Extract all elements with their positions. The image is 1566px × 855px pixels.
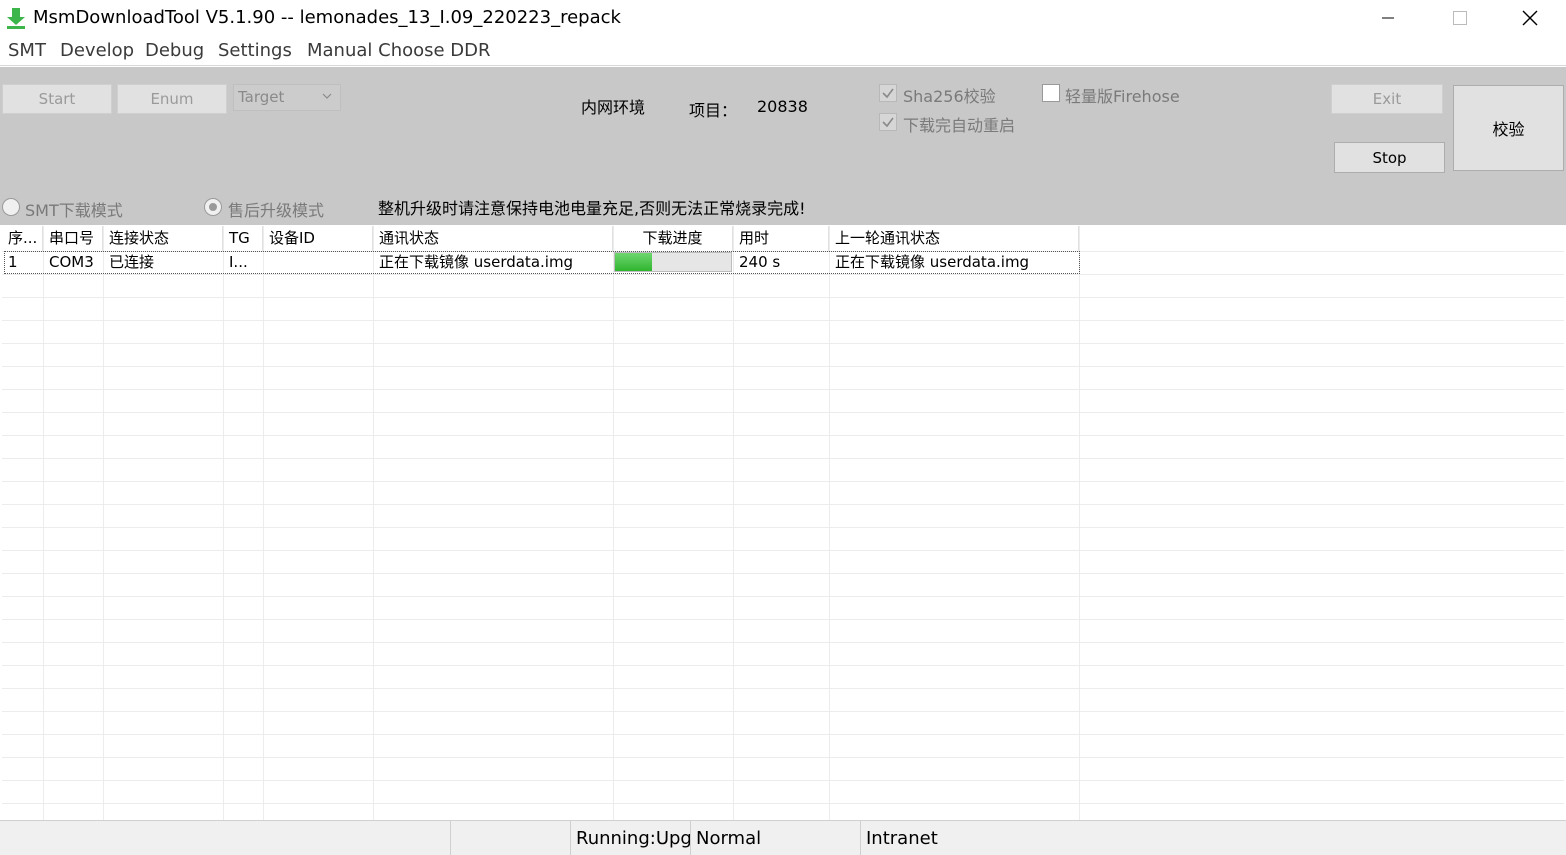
light-firehose-label: 轻量版Firehose: [1065, 87, 1180, 106]
after-sales-mode-radio[interactable]: [204, 198, 222, 216]
light-firehose-checkbox[interactable]: [1042, 84, 1060, 102]
menu-bar: SMT Develop Debug Settings Manual Choose…: [0, 36, 1566, 66]
chevron-down-icon: [322, 93, 332, 99]
status-bar: Running:Upg Normal Intranet: [0, 820, 1566, 855]
battery-warning-text: 整机升级时请注意保持电池电量充足,否则无法正常烧录完成!: [378, 199, 806, 218]
maximize-button[interactable]: [1424, 0, 1496, 36]
menu-develop[interactable]: Develop: [60, 40, 134, 61]
status-mode: Normal: [690, 821, 860, 855]
status-running: Running:Upg: [570, 821, 692, 855]
column-header-comm-status[interactable]: 通讯状态: [373, 226, 613, 251]
column-header-connection[interactable]: 连接状态: [103, 226, 223, 251]
download-arrow-icon: [7, 8, 25, 29]
checkmark-icon: [882, 117, 894, 128]
after-sales-mode-label: 售后升级模式: [228, 201, 325, 220]
smt-mode-radio[interactable]: [2, 198, 20, 216]
menu-settings[interactable]: Settings: [218, 40, 292, 61]
smt-mode-label: SMT下载模式: [25, 201, 123, 220]
project-label: 项目：: [689, 101, 738, 120]
cell-last-comm-status: 正在下载镜像 userdata.img: [835, 253, 1030, 271]
env-label: 内网环境: [581, 98, 646, 117]
column-header-device-id[interactable]: 设备ID: [263, 226, 373, 251]
title-bar: MsmDownloadTool V5.1.90 -- lemonades_13_…: [0, 0, 1566, 36]
cell-index: 1: [8, 253, 18, 271]
download-progress-fill: [615, 253, 653, 271]
target-select-value: Target: [238, 88, 285, 106]
auto-reboot-checkbox[interactable]: [879, 113, 897, 131]
status-network: Intranet: [860, 821, 1540, 855]
window-title: MsmDownloadTool V5.1.90 -- lemonades_13_…: [33, 7, 621, 28]
column-header-port[interactable]: 串口号: [43, 226, 103, 251]
cell-tg: I...: [229, 253, 248, 271]
status-segment-empty: [450, 821, 570, 855]
maximize-icon: [1453, 11, 1467, 25]
verify-button[interactable]: 校验: [1453, 85, 1564, 171]
project-value: 20838: [757, 97, 808, 116]
column-header-elapsed[interactable]: 用时: [733, 226, 829, 251]
cell-device-id: [263, 251, 373, 274]
auto-reboot-label: 下载完自动重启: [903, 116, 1016, 135]
enum-button[interactable]: Enum: [117, 84, 227, 114]
sha256-label: Sha256校验: [903, 87, 996, 106]
cell-connection: 已连接: [109, 253, 155, 271]
sha256-checkbox[interactable]: [879, 84, 897, 102]
cell-comm-status: 正在下载镜像 userdata.img: [379, 253, 574, 271]
cell-elapsed: 240 s: [739, 253, 781, 271]
close-icon: [1522, 10, 1538, 26]
exit-button[interactable]: Exit: [1331, 84, 1443, 114]
column-header-last-comm-status[interactable]: 上一轮通讯状态: [829, 226, 1079, 251]
minimize-button[interactable]: [1352, 0, 1424, 36]
column-header-index[interactable]: 序...: [2, 226, 43, 251]
menu-manual-choose-ddr[interactable]: Manual Choose DDR: [307, 40, 491, 61]
close-button[interactable]: [1494, 0, 1566, 36]
download-progress-bar: [614, 252, 732, 272]
menu-debug[interactable]: Debug: [145, 40, 204, 61]
checkmark-icon: [882, 88, 894, 99]
start-button[interactable]: Start: [2, 84, 112, 114]
control-panel: Start Enum Target 内网环境 项目： 20838 Sha256校…: [0, 67, 1566, 225]
menu-smt[interactable]: SMT: [8, 40, 46, 61]
target-select[interactable]: Target: [233, 84, 341, 111]
minimize-icon: [1382, 17, 1394, 19]
column-header-progress[interactable]: 下载进度: [613, 226, 733, 251]
stop-button[interactable]: Stop: [1334, 142, 1445, 173]
device-table: 序... 串口号 连接状态 TG 设备ID 通讯状态 下载进度 用时 上一轮通讯…: [2, 226, 1564, 820]
cell-port: COM3: [49, 253, 94, 271]
column-header-tg[interactable]: TG: [223, 226, 263, 251]
